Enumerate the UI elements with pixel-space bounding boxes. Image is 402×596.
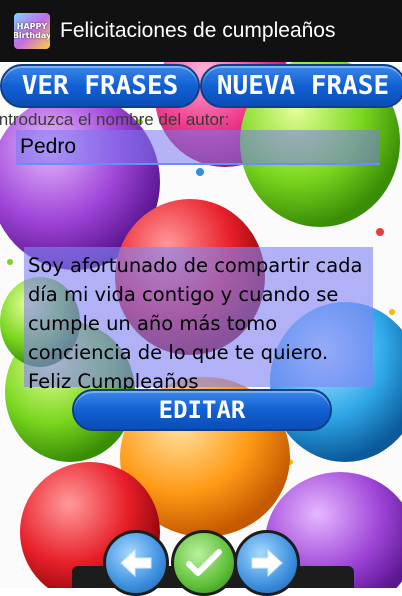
phrase-text[interactable]: Soy afortunado de compartir cada día mi … bbox=[24, 247, 373, 393]
next-button[interactable] bbox=[234, 530, 300, 596]
arrow-left-icon bbox=[120, 548, 152, 578]
action-bar: HAPPY Birthday Felicitaciones de cumplea… bbox=[0, 0, 402, 62]
author-input-underline bbox=[16, 163, 380, 165]
app-icon-text: HAPPY Birthday bbox=[14, 22, 50, 40]
arrow-right-icon bbox=[251, 548, 283, 578]
author-label: Introduzca el nombre del autor: bbox=[0, 110, 230, 129]
nueva-frase-button[interactable]: NUEVA FRASE bbox=[200, 64, 402, 108]
checkmark-icon bbox=[186, 549, 222, 576]
author-name-input[interactable] bbox=[16, 130, 380, 164]
app-title: Felicitaciones de cumpleaños bbox=[60, 19, 336, 42]
birthday-app-icon: HAPPY Birthday bbox=[14, 13, 50, 49]
accept-button[interactable] bbox=[171, 530, 237, 596]
editar-button[interactable]: EDITAR bbox=[72, 389, 332, 431]
previous-button[interactable] bbox=[103, 530, 169, 596]
ver-frases-button[interactable]: VER FRASES bbox=[0, 64, 200, 108]
